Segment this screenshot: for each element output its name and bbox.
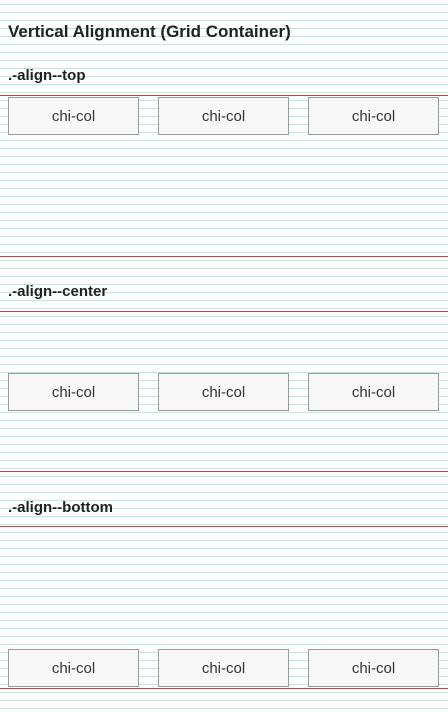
grid-container-top-border: [0, 311, 448, 312]
section-title-align-center: .-align--center: [8, 283, 108, 300]
grid-container-top-border: [0, 526, 448, 527]
grid-column: chi-col: [308, 373, 439, 411]
grid-container-bottom-border: [0, 256, 448, 257]
grid-column: chi-col: [158, 373, 289, 411]
section-title-align-top: .-align--top: [8, 67, 86, 84]
grid-column: chi-col: [308, 97, 439, 135]
grid-column: chi-col: [158, 97, 289, 135]
grid-column: chi-col: [308, 649, 439, 687]
grid-column: chi-col: [158, 649, 289, 687]
grid-column: chi-col: [8, 97, 139, 135]
page-title: Vertical Alignment (Grid Container): [8, 22, 291, 41]
grid-container-top-border: [0, 95, 448, 96]
grid-container-bottom-border: [0, 471, 448, 472]
grid-container-bottom-border: [0, 688, 448, 689]
grid-column: chi-col: [8, 649, 139, 687]
grid-column: chi-col: [8, 373, 139, 411]
section-title-align-bottom: .-align--bottom: [8, 499, 113, 516]
